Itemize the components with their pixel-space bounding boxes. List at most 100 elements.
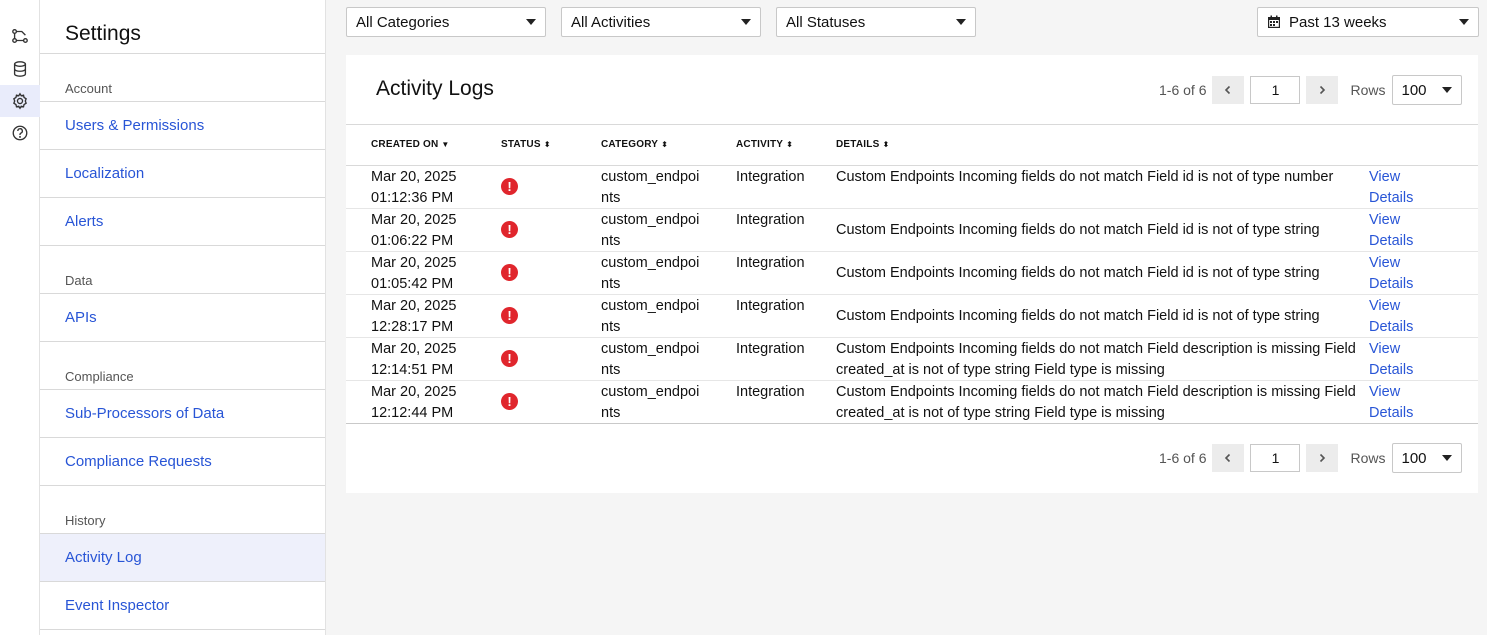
category-filter-value: All Categories <box>356 13 450 31</box>
view-details-link[interactable]: View Details <box>1369 167 1429 209</box>
next-page-button[interactable] <box>1306 444 1339 472</box>
caret-down-icon <box>1459 19 1469 25</box>
activity-filter-dropdown[interactable]: All Activities <box>561 7 761 37</box>
error-icon: ! <box>501 221 518 238</box>
column-header-activity[interactable]: ACTIVITY ⬍ <box>736 139 793 150</box>
category-cell: custom_endpoints <box>601 212 700 249</box>
sort-icon: ⬍ <box>543 139 551 149</box>
column-label: CREATED ON <box>371 139 439 150</box>
details-cell: Custom Endpoints Incoming fields do not … <box>836 308 1320 324</box>
prev-page-button[interactable] <box>1212 76 1245 104</box>
created-on-cell: Mar 20, 2025 12:14:51 PM <box>371 341 457 378</box>
status-cell: ! <box>501 221 518 238</box>
error-icon: ! <box>501 264 518 281</box>
error-icon: ! <box>501 307 518 324</box>
settings-panel: Settings Account Users & Permissions Loc… <box>40 0 326 635</box>
calendar-icon <box>1268 15 1280 28</box>
rows-label: Rows <box>1350 450 1386 466</box>
table-row: Mar 20, 2025 12:12:44 PM ! custom_endpoi… <box>346 381 1478 424</box>
view-details-link[interactable]: View Details <box>1369 339 1429 381</box>
nav-item-alerts[interactable]: Alerts <box>40 198 325 246</box>
view-details-link[interactable]: View Details <box>1369 253 1429 295</box>
sort-icon: ⬍ <box>661 139 669 149</box>
chevron-right-icon <box>1320 85 1326 95</box>
details-cell: Custom Endpoints Incoming fields do not … <box>836 265 1320 281</box>
rows-label: Rows <box>1350 82 1386 98</box>
error-icon: ! <box>501 178 518 195</box>
chevron-left-icon <box>1225 453 1231 463</box>
activity-cell: Integration <box>736 169 805 185</box>
column-label: ACTIVITY <box>736 139 784 150</box>
activity-cell: Integration <box>736 384 805 400</box>
workflow-icon[interactable] <box>0 20 40 52</box>
status-filter-dropdown[interactable]: All Statuses <box>776 7 976 37</box>
view-details-link[interactable]: View Details <box>1369 382 1429 424</box>
details-cell: Custom Endpoints Incoming fields do not … <box>836 384 1356 421</box>
created-on-cell: Mar 20, 2025 01:12:36 PM <box>371 169 457 206</box>
chevron-left-icon <box>1225 85 1231 95</box>
table-header: CREATED ON ▼ STATUS ⬍ CATEGORY ⬍ ACTIVITY ⬍ … <box>346 124 1478 166</box>
column-header-category[interactable]: CATEGORY ⬍ <box>601 139 668 150</box>
nav-item-sub-processors[interactable]: Sub-Processors of Data <box>40 390 325 438</box>
table-row: Mar 20, 2025 01:05:42 PM ! custom_endpoi… <box>346 252 1478 295</box>
sort-icon: ⬍ <box>786 139 794 149</box>
rows-per-page-select[interactable]: 100 <box>1391 443 1462 473</box>
nav-item-compliance-requests[interactable]: Compliance Requests <box>40 438 325 486</box>
section-label-data: Data <box>40 246 325 294</box>
chevron-right-icon <box>1320 453 1326 463</box>
table-row: Mar 20, 2025 01:06:22 PM ! custom_endpoi… <box>346 209 1478 252</box>
sort-desc-icon: ▼ <box>441 139 450 149</box>
column-header-details[interactable]: DETAILS ⬍ <box>836 139 889 150</box>
column-header-status[interactable]: STATUS ⬍ <box>501 139 551 150</box>
icon-rail <box>0 0 40 635</box>
view-details-link[interactable]: View Details <box>1369 296 1429 338</box>
section-label-history: History <box>40 486 325 534</box>
activity-logs-card: Activity Logs 1-6 of 6 1 Rows 100 CREATE… <box>346 55 1478 493</box>
created-on-cell: Mar 20, 2025 01:05:42 PM <box>371 255 457 292</box>
nav-item-event-inspector[interactable]: Event Inspector <box>40 582 325 630</box>
nav-item-activity-log[interactable]: Activity Log <box>40 534 325 582</box>
activity-cell: Integration <box>736 341 805 357</box>
category-cell: custom_endpoints <box>601 255 700 292</box>
category-cell: custom_endpoints <box>601 384 700 421</box>
column-header-created-on[interactable]: CREATED ON ▼ <box>371 139 450 150</box>
status-cell: ! <box>501 393 518 410</box>
caret-down-icon <box>1441 455 1452 461</box>
created-on-cell: Mar 20, 2025 12:12:44 PM <box>371 384 457 421</box>
date-range-dropdown[interactable]: Past 13 weeks <box>1257 7 1479 37</box>
table-row: Mar 20, 2025 12:14:51 PM ! custom_endpoi… <box>346 338 1478 381</box>
help-icon[interactable] <box>0 117 40 149</box>
created-on-cell: Mar 20, 2025 12:28:17 PM <box>371 298 457 335</box>
status-filter-value: All Statuses <box>786 13 866 31</box>
caret-down-icon <box>1441 87 1452 93</box>
page-number-input[interactable]: 1 <box>1250 444 1301 472</box>
details-cell: Custom Endpoints Incoming fields do not … <box>836 341 1356 378</box>
next-page-button[interactable] <box>1306 76 1339 104</box>
rows-per-page-value: 100 <box>1401 449 1427 467</box>
details-cell: Custom Endpoints Incoming fields do not … <box>836 169 1334 185</box>
nav-item-users-permissions[interactable]: Users & Permissions <box>40 102 325 150</box>
database-icon[interactable] <box>0 53 40 85</box>
caret-down-icon <box>741 19 751 25</box>
rows-per-page-value: 100 <box>1401 81 1427 99</box>
gear-icon[interactable] <box>0 85 40 117</box>
page-number-input[interactable]: 1 <box>1250 76 1301 104</box>
nav-item-apis[interactable]: APIs <box>40 294 325 342</box>
nav-item-localization[interactable]: Localization <box>40 150 325 198</box>
result-count: 1-6 of 6 <box>1159 450 1207 466</box>
view-details-link[interactable]: View Details <box>1369 210 1429 252</box>
page-title: Activity Logs <box>376 77 494 100</box>
category-cell: custom_endpoints <box>601 298 700 335</box>
error-icon: ! <box>501 393 518 410</box>
settings-title: Settings <box>40 0 325 54</box>
column-label: DETAILS <box>836 139 880 150</box>
pagination-top: 1-6 of 6 1 Rows 100 <box>1159 75 1462 105</box>
prev-page-button[interactable] <box>1212 444 1245 472</box>
category-filter-dropdown[interactable]: All Categories <box>346 7 546 37</box>
sort-icon: ⬍ <box>882 139 890 149</box>
category-cell: custom_endpoints <box>601 169 700 206</box>
status-cell: ! <box>501 178 518 195</box>
error-icon: ! <box>501 350 518 367</box>
rows-per-page-select[interactable]: 100 <box>1391 75 1462 105</box>
status-cell: ! <box>501 350 518 367</box>
